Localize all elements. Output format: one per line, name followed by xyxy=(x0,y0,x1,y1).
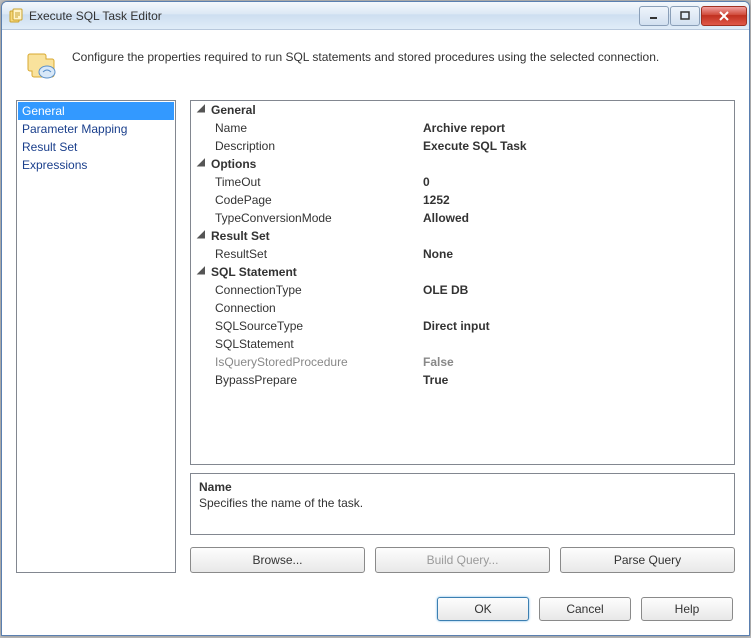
collapse-icon[interactable]: ◢ xyxy=(191,227,211,245)
help-button[interactable]: Help xyxy=(641,597,733,621)
property-label: Description xyxy=(211,137,421,155)
property-value: False xyxy=(421,353,734,371)
property-row: IsQueryStoredProcedureFalse xyxy=(191,353,734,371)
collapse-icon[interactable]: ◢ xyxy=(191,155,211,173)
category-options[interactable]: ◢ Options xyxy=(191,155,734,173)
collapse-icon[interactable]: ◢ xyxy=(191,101,211,119)
window-title: Execute SQL Task Editor xyxy=(29,9,639,23)
property-row[interactable]: SQLSourceTypeDirect input xyxy=(191,317,734,335)
property-value[interactable]: True xyxy=(421,371,734,389)
property-label: BypassPrepare xyxy=(211,371,421,389)
category-result-set[interactable]: ◢ Result Set xyxy=(191,227,734,245)
dialog-content: Configure the properties required to run… xyxy=(2,30,749,635)
body-row: General Parameter Mapping Result Set Exp… xyxy=(16,100,735,573)
titlebar[interactable]: Execute SQL Task Editor xyxy=(2,2,749,30)
nav-item-parameter-mapping[interactable]: Parameter Mapping xyxy=(18,120,174,138)
property-value[interactable]: Archive report xyxy=(421,119,734,137)
ok-button[interactable]: OK xyxy=(437,597,529,621)
property-row[interactable]: ResultSetNone xyxy=(191,245,734,263)
build-query-button: Build Query... xyxy=(375,547,550,573)
category-sql-statement[interactable]: ◢ SQL Statement xyxy=(191,263,734,281)
property-value[interactable]: 1252 xyxy=(421,191,734,209)
property-value[interactable]: Execute SQL Task xyxy=(421,137,734,155)
property-row[interactable]: TypeConversionModeAllowed xyxy=(191,209,734,227)
close-button[interactable] xyxy=(701,6,747,26)
property-row[interactable]: DescriptionExecute SQL Task xyxy=(191,137,734,155)
right-column: ◢ General NameArchive report Description… xyxy=(190,100,735,573)
property-label: CodePage xyxy=(211,191,421,209)
browse-button[interactable]: Browse... xyxy=(190,547,365,573)
property-label: IsQueryStoredProcedure xyxy=(211,353,421,371)
minimize-button[interactable] xyxy=(639,6,669,26)
maximize-button[interactable] xyxy=(670,6,700,26)
cancel-button[interactable]: Cancel xyxy=(539,597,631,621)
header-row: Configure the properties required to run… xyxy=(16,42,735,100)
property-value[interactable]: Allowed xyxy=(421,209,734,227)
property-row[interactable]: CodePage1252 xyxy=(191,191,734,209)
property-label: ConnectionType xyxy=(211,281,421,299)
property-label: Name xyxy=(211,119,421,137)
property-label: SQLSourceType xyxy=(211,317,421,335)
description-title: Name xyxy=(199,480,726,494)
action-row: Browse... Build Query... Parse Query xyxy=(190,547,735,573)
collapse-icon[interactable]: ◢ xyxy=(191,263,211,281)
property-value[interactable]: None xyxy=(421,245,734,263)
property-label: ResultSet xyxy=(211,245,421,263)
property-value[interactable]: OLE DB xyxy=(421,281,734,299)
task-icon xyxy=(26,48,58,80)
window-controls xyxy=(639,6,747,26)
dialog-window: Execute SQL Task Editor Configure the pr… xyxy=(1,1,750,636)
property-row[interactable]: SQLStatement xyxy=(191,335,734,353)
property-row[interactable]: Connection xyxy=(191,299,734,317)
nav-item-general[interactable]: General xyxy=(18,102,174,120)
category-general[interactable]: ◢ General xyxy=(191,101,734,119)
property-label: TimeOut xyxy=(211,173,421,191)
property-row[interactable]: NameArchive report xyxy=(191,119,734,137)
property-value[interactable]: Direct input xyxy=(421,317,734,335)
parse-query-button[interactable]: Parse Query xyxy=(560,547,735,573)
property-label: SQLStatement xyxy=(211,335,421,353)
property-grid[interactable]: ◢ General NameArchive report Description… xyxy=(190,100,735,465)
task-icon-small xyxy=(8,8,24,24)
description-text: Specifies the name of the task. xyxy=(199,496,726,510)
property-label: Connection xyxy=(211,299,421,317)
description-panel: Name Specifies the name of the task. xyxy=(190,473,735,535)
header-description: Configure the properties required to run… xyxy=(72,48,659,64)
nav-panel: General Parameter Mapping Result Set Exp… xyxy=(16,100,176,573)
nav-item-expressions[interactable]: Expressions xyxy=(18,156,174,174)
property-value[interactable]: 0 xyxy=(421,173,734,191)
property-label: TypeConversionMode xyxy=(211,209,421,227)
property-row[interactable]: TimeOut0 xyxy=(191,173,734,191)
property-row[interactable]: BypassPrepareTrue xyxy=(191,371,734,389)
nav-item-result-set[interactable]: Result Set xyxy=(18,138,174,156)
property-row[interactable]: ConnectionTypeOLE DB xyxy=(191,281,734,299)
dialog-footer: OK Cancel Help xyxy=(16,573,735,621)
